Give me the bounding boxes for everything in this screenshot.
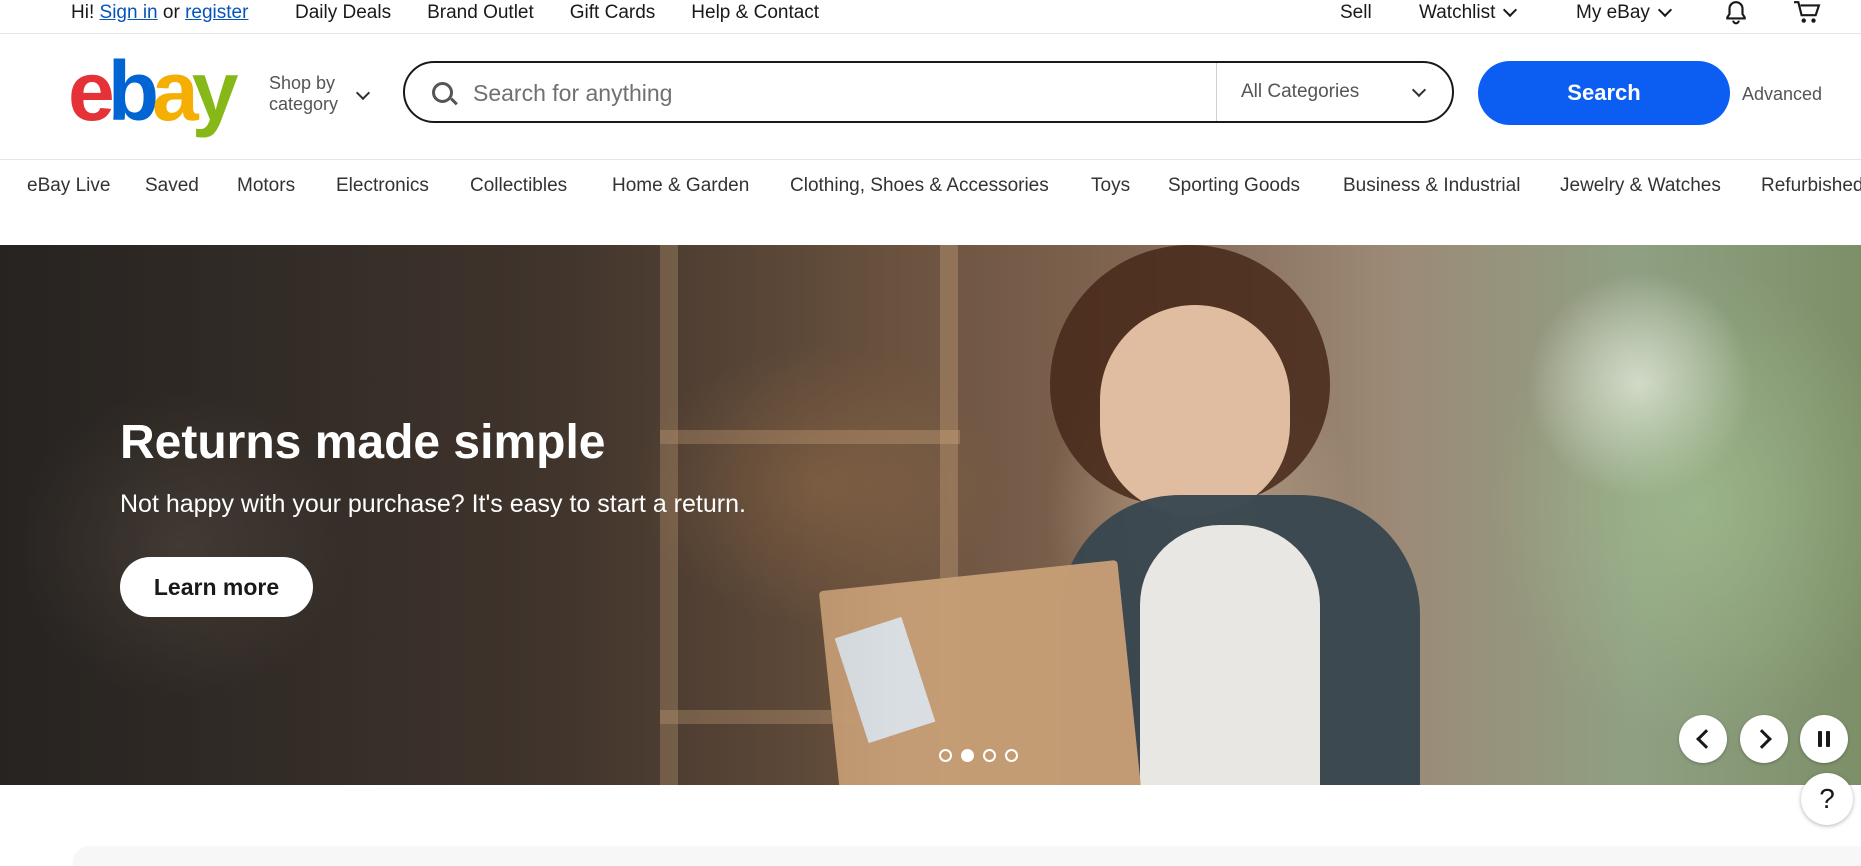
chevron-left-icon [1695, 729, 1716, 749]
chevron-down-icon [355, 85, 371, 101]
nav-jewelry-watches[interactable]: Jewelry & Watches [1560, 175, 1721, 197]
my-ebay-label: My eBay [1576, 2, 1650, 23]
category-select-value: All Categories [1241, 81, 1360, 102]
daily-deals-link[interactable]: Daily Deals [295, 2, 391, 24]
nav-ebay-live[interactable]: eBay Live [27, 175, 110, 197]
or-text: or [162, 2, 180, 23]
nav-business-industrial[interactable]: Business & Industrial [1343, 175, 1520, 197]
shop-by-line2: category [269, 94, 339, 114]
header: ebay Shop by category All Categories Sea… [0, 33, 1861, 160]
carousel-pause-button[interactable] [1800, 715, 1848, 763]
top-links: Daily Deals Brand Outlet Gift Cards Help… [295, 0, 855, 26]
chevron-right-icon [1751, 729, 1772, 749]
hero-subtitle: Not happy with your purchase? It's easy … [120, 490, 746, 518]
nav-electronics[interactable]: Electronics [336, 175, 429, 197]
help-contact-link[interactable]: Help & Contact [691, 2, 819, 24]
shop-by-line1: Shop by [269, 73, 336, 93]
carousel-dot-1[interactable] [939, 749, 952, 762]
category-select[interactable]: All Categories [1216, 63, 1452, 121]
chevron-down-icon [1411, 82, 1427, 98]
watchlist-label: Watchlist [1419, 2, 1496, 23]
carousel-dots [939, 749, 1018, 762]
greeting: Hi! Sign in or register [71, 0, 248, 26]
nav-clothing[interactable]: Clothing, Shoes & Accessories [790, 175, 1049, 197]
my-ebay-menu[interactable]: My eBay [1576, 0, 1672, 26]
sign-in-link[interactable]: Sign in [100, 2, 158, 24]
chevron-down-icon [1503, 2, 1518, 18]
sell-label: Sell [1340, 2, 1372, 23]
shop-by-category-button[interactable]: Shop by category [269, 73, 338, 115]
category-nav: eBay Live Saved Motors Electronics Colle… [0, 160, 1861, 210]
carousel-prev-button[interactable] [1679, 715, 1727, 763]
carousel-dot-3[interactable] [983, 749, 996, 762]
top-utility-bar: Hi! Sign in or register Daily Deals Bran… [0, 0, 1861, 34]
advanced-search-link[interactable]: Advanced [1742, 84, 1822, 105]
sell-link[interactable]: Sell [1340, 0, 1372, 26]
nav-home-garden[interactable]: Home & Garden [612, 175, 749, 197]
watchlist-menu[interactable]: Watchlist [1419, 0, 1518, 26]
search-bar: All Categories [403, 61, 1454, 123]
person-face [1100, 305, 1290, 515]
nav-refurbished[interactable]: Refurbished [1761, 175, 1861, 197]
hero-title: Returns made simple [120, 416, 606, 469]
brand-outlet-link[interactable]: Brand Outlet [427, 2, 534, 24]
carousel-dot-2[interactable] [961, 749, 974, 762]
greeting-text: Hi! [71, 2, 95, 23]
notifications-button[interactable] [1723, 0, 1749, 26]
cart-icon [1794, 1, 1821, 23]
content-card-edge [73, 846, 1861, 866]
gift-cards-link[interactable]: Gift Cards [570, 2, 656, 24]
nav-motors[interactable]: Motors [237, 175, 295, 197]
bell-icon [1726, 1, 1746, 25]
carousel-next-button[interactable] [1740, 715, 1788, 763]
cart-button[interactable] [1792, 0, 1822, 26]
carousel-dot-4[interactable] [1005, 749, 1018, 762]
nav-toys[interactable]: Toys [1091, 175, 1130, 197]
hero-banner[interactable]: Returns made simple Not happy with your … [0, 245, 1861, 785]
learn-more-button[interactable]: Learn more [120, 557, 313, 617]
nav-sporting-goods[interactable]: Sporting Goods [1168, 175, 1300, 197]
search-button[interactable]: Search [1478, 61, 1730, 125]
register-link[interactable]: register [185, 2, 248, 24]
help-button[interactable]: ? [1801, 773, 1853, 825]
nav-saved[interactable]: Saved [145, 175, 199, 197]
pause-icon [1818, 731, 1830, 747]
ebay-logo[interactable]: ebay [68, 49, 238, 133]
search-icon [432, 82, 453, 103]
search-input[interactable] [471, 76, 1165, 110]
nav-collectibles[interactable]: Collectibles [470, 175, 567, 197]
person-shirt [1140, 525, 1320, 785]
chevron-down-icon [1657, 2, 1672, 18]
